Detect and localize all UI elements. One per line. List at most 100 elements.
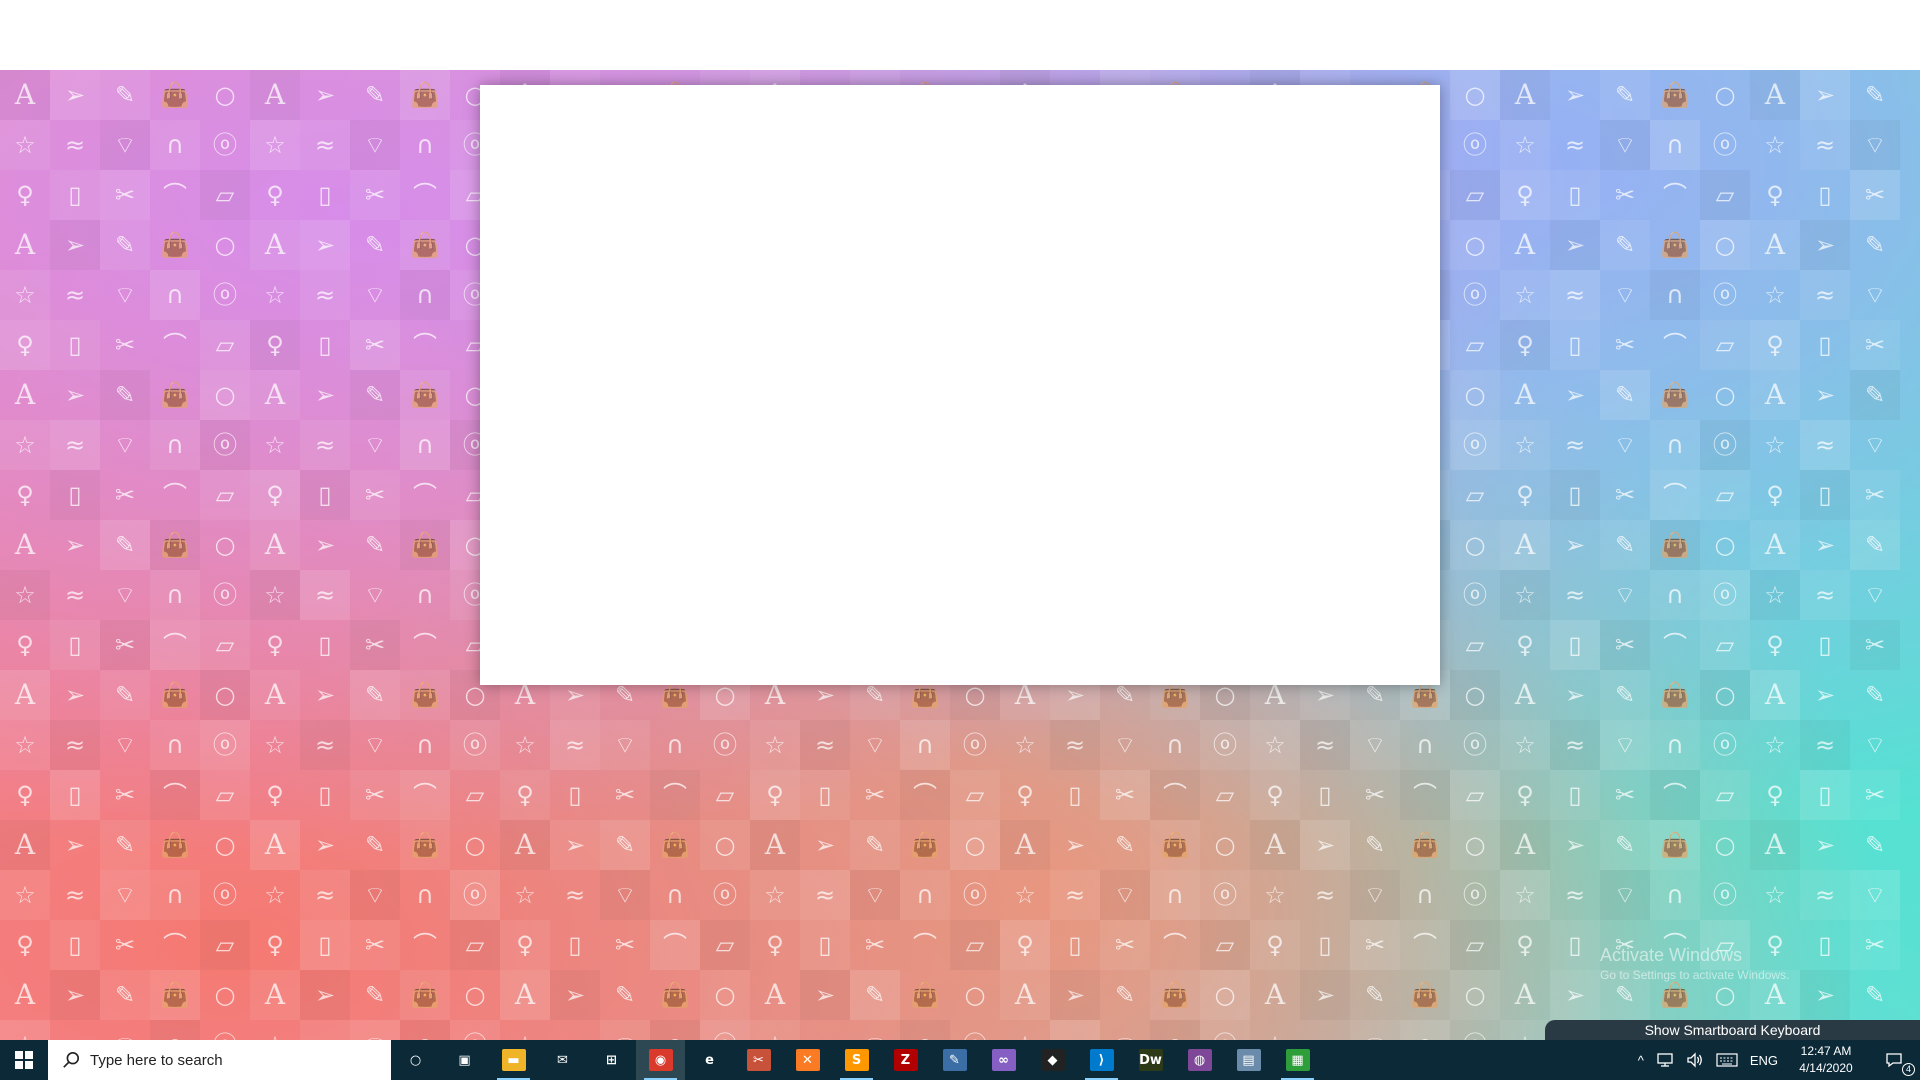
wallpaper-sneaker-icon: ≈ <box>1800 120 1850 170</box>
wallpaper-pencil-icon: ✎ <box>850 820 900 870</box>
wallpaper-star-icon: ☆ <box>1250 720 1300 770</box>
wallpaper-ipod-icon: ▯ <box>1550 170 1600 220</box>
wallpaper-sneaker-icon: ≈ <box>1564 131 1586 159</box>
smartboard-label: Show Smartboard Keyboard <box>1644 1022 1821 1038</box>
wallpaper-sneaker-icon: ≈ <box>1300 720 1350 770</box>
wallpaper-ipod-icon: ▯ <box>318 331 332 359</box>
wallpaper-skateboard-icon: ⌒ <box>1663 181 1687 209</box>
wallpaper-star-icon: ☆ <box>1500 120 1550 170</box>
show-hidden-icons-chevron[interactable]: ^ <box>1632 1040 1650 1080</box>
taskbar-filezilla-button[interactable]: Z <box>881 1040 930 1080</box>
wallpaper-scissors-icon: ✂ <box>114 781 136 809</box>
wallpaper-paper-plane-icon: ➢ <box>800 970 850 1020</box>
wallpaper-pencil-icon: ✎ <box>364 831 386 859</box>
wallpaper-scissors-icon: ✂ <box>350 920 400 970</box>
wallpaper-sneaker-icon: ≈ <box>300 120 350 170</box>
wallpaper-ipod-icon: ▯ <box>1818 631 1832 659</box>
wallpaper-circle-icon: ○ <box>214 531 236 559</box>
taskbar-file-explorer-button[interactable]: ▬ <box>489 1040 538 1080</box>
wallpaper-headphones-icon: ∩ <box>400 420 450 470</box>
wallpaper-globe-icon: ♀ <box>16 781 34 809</box>
wallpaper-apple-icon: ⓞ <box>700 1020 750 1040</box>
wallpaper-pencil-icon: ✎ <box>100 220 150 270</box>
wallpaper-ipod-icon: ▯ <box>800 920 850 970</box>
taskbar-chrome-button[interactable]: ◉ <box>636 1040 685 1080</box>
taskbar-notepad-green-button[interactable]: ▦ <box>1273 1040 1322 1080</box>
activate-windows-watermark: Activate Windows Go to Settings to activ… <box>1600 945 1789 982</box>
wallpaper-globe-icon: ♀ <box>1766 481 1784 509</box>
wallpaper-apple-icon: ⓞ <box>213 281 237 309</box>
wallpaper-circle-icon: ○ <box>1450 670 1500 720</box>
wallpaper-apple-icon: ⓞ <box>713 731 737 759</box>
wallpaper-wifi-icon: ⌔ <box>1600 870 1650 920</box>
clock-date: 4/14/2020 <box>1799 1061 1853 1075</box>
wallpaper-wifi-icon: ⌔ <box>1863 281 1887 309</box>
wallpaper-star-icon: ☆ <box>0 420 50 470</box>
wallpaper-eraser-icon: ▱ <box>200 620 250 670</box>
wallpaper-sneaker-icon: ≈ <box>800 1020 850 1040</box>
wallpaper-headphones-icon: ∩ <box>900 870 950 920</box>
wallpaper-sneaker-icon: ≈ <box>64 881 86 909</box>
wallpaper-skateboard-icon: ⌒ <box>163 331 187 359</box>
volume-icon[interactable] <box>1680 1040 1710 1080</box>
wallpaper-eraser-icon: ▱ <box>200 470 250 520</box>
filezilla-icon: Z <box>893 1049 918 1071</box>
touch-keyboard-icon[interactable] <box>1710 1040 1744 1080</box>
wallpaper-ipod-icon: ▯ <box>50 920 100 970</box>
wallpaper-eraser-icon: ▱ <box>465 781 485 809</box>
taskbar-unity-button[interactable]: ◆ <box>1028 1040 1077 1080</box>
wallpaper-scissors-icon: ✂ <box>1614 331 1636 359</box>
taskbar: Type here to search ○ ▣ ▬ ✉ ⊞ ◉ e ✂ ✕ S Z ✎ ∞ ◆ ⟩ Dw ◍ ▤ ▦… <box>0 1040 1920 1080</box>
wallpaper-skateboard-icon: ⌒ <box>1150 770 1200 820</box>
taskbar-remote-button[interactable]: ▤ <box>1224 1040 1273 1080</box>
wallpaper-sneaker-icon: ≈ <box>1800 270 1850 320</box>
blank-app-window[interactable] <box>480 85 1440 685</box>
taskbar-sublime-button[interactable]: S <box>832 1040 881 1080</box>
wallpaper-ipod-icon: ▯ <box>1550 470 1600 520</box>
wallpaper-sneaker-icon: ≈ <box>1800 720 1850 770</box>
taskbar-edge-button[interactable]: e <box>685 1040 734 1080</box>
wallpaper-eraser-icon: ▱ <box>1700 320 1750 370</box>
clock[interactable]: 12:47 AM 4/14/2020 <box>1784 1040 1868 1080</box>
wallpaper-globe-icon: ♀ <box>266 781 284 809</box>
action-center-button[interactable]: 4 <box>1868 1040 1920 1080</box>
taskbar-app-list: ○ ▣ ▬ ✉ ⊞ ◉ e ✂ ✕ S Z ✎ ∞ ◆ ⟩ Dw ◍ ▤ ▦ <box>391 1040 1322 1080</box>
taskbar-tor-button[interactable]: ◍ <box>1175 1040 1224 1080</box>
taskbar-snipping-button[interactable]: ✂ <box>734 1040 783 1080</box>
taskbar-store-button[interactable]: ⊞ <box>587 1040 636 1080</box>
wallpaper-wifi-icon: ⌔ <box>850 1020 900 1040</box>
taskbar-mail-button[interactable]: ✉ <box>538 1040 587 1080</box>
wallpaper-wifi-icon: ⌔ <box>1613 431 1637 459</box>
wallpaper-pencil-icon: ✎ <box>1864 681 1886 709</box>
wallpaper-skateboard-icon: ⌒ <box>163 481 187 509</box>
taskbar-search-box[interactable]: Type here to search <box>48 1040 391 1080</box>
wallpaper-headphones-icon: ∩ <box>900 1020 950 1040</box>
taskbar-task-view-button[interactable]: ▣ <box>440 1040 489 1080</box>
taskbar-vscode-button[interactable]: ⟩ <box>1077 1040 1126 1080</box>
start-button[interactable] <box>0 1040 48 1080</box>
wallpaper-paper-plane-icon: ➢ <box>1564 831 1586 859</box>
language-indicator[interactable]: ENG <box>1744 1040 1784 1080</box>
wallpaper-ipod-icon: ▯ <box>318 781 332 809</box>
wallpaper-wifi-icon: ⌔ <box>863 731 887 759</box>
network-icon[interactable] <box>1650 1040 1680 1080</box>
wallpaper-pencil-icon: ✎ <box>364 531 386 559</box>
wallpaper-pencil-icon: ✎ <box>1600 820 1650 870</box>
taskbar-cortana-button[interactable]: ○ <box>391 1040 440 1080</box>
wallpaper-wifi-icon: ⌔ <box>1600 720 1650 770</box>
wallpaper-paper-plane-icon: ➢ <box>1814 381 1836 409</box>
wallpaper-circle-icon: ○ <box>700 970 750 1020</box>
taskbar-dreamweaver-button[interactable]: Dw <box>1126 1040 1175 1080</box>
wallpaper-pencil-icon: ✎ <box>1864 831 1886 859</box>
taskbar-ssms-button[interactable]: ✎ <box>930 1040 979 1080</box>
wallpaper-skateboard-icon: ⌒ <box>413 181 437 209</box>
wallpaper-paper-plane-icon: ➢ <box>64 831 86 859</box>
taskbar-visual-studio-button[interactable]: ∞ <box>979 1040 1028 1080</box>
wallpaper-wifi-icon: ⌔ <box>1350 720 1400 770</box>
show-smartboard-keyboard-button[interactable]: Show Smartboard Keyboard <box>1545 1020 1920 1040</box>
wallpaper-apple-icon: ⓞ <box>1200 870 1250 920</box>
taskbar-xampp-button[interactable]: ✕ <box>783 1040 832 1080</box>
wallpaper-sneaker-icon: ≈ <box>1050 720 1100 770</box>
wallpaper-sneaker-icon: ≈ <box>800 720 850 770</box>
wallpaper-star-icon: ☆ <box>1764 431 1786 459</box>
